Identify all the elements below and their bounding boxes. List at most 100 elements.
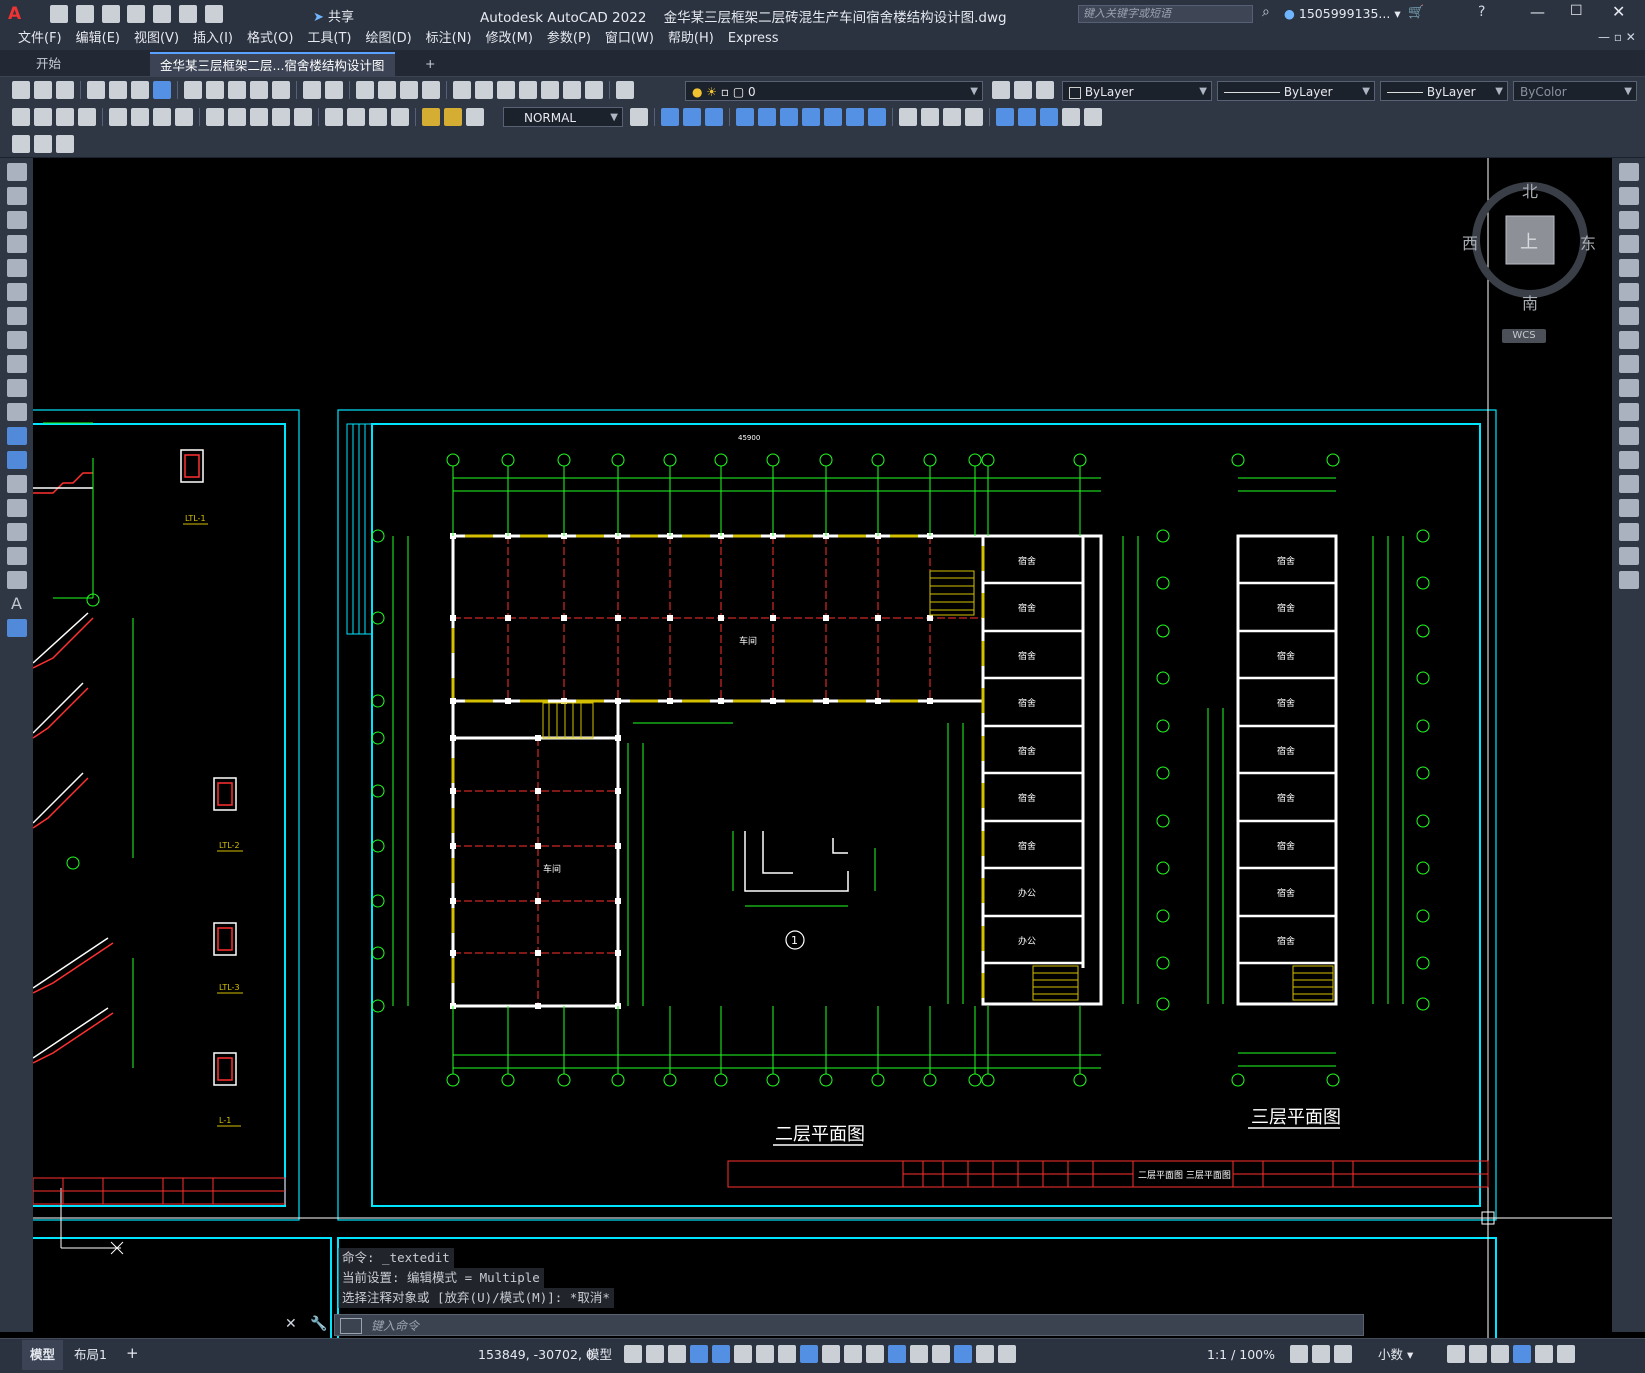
menu-1[interactable]: 编辑(E) bbox=[76, 28, 134, 50]
erase-icon[interactable] bbox=[1618, 163, 1639, 181]
dim-space-icon[interactable] bbox=[272, 108, 290, 126]
ucs-object-icon[interactable] bbox=[824, 108, 842, 126]
dim-text-edit-icon[interactable] bbox=[444, 108, 462, 126]
ordinate-dim-icon[interactable] bbox=[78, 108, 96, 126]
snap-icon[interactable] bbox=[646, 1345, 664, 1363]
minimize-button[interactable]: — bbox=[1530, 3, 1545, 21]
gradient-icon[interactable] bbox=[6, 523, 27, 541]
app-logo-icon[interactable]: A bbox=[8, 4, 21, 24]
match-icon[interactable] bbox=[250, 81, 268, 99]
add-selected-icon[interactable] bbox=[6, 619, 27, 637]
menu-2[interactable]: 视图(V) bbox=[134, 28, 193, 50]
model-space-button[interactable]: 模型 bbox=[587, 1346, 612, 1364]
layer-states-icon[interactable] bbox=[1036, 81, 1054, 99]
doc-window-controls[interactable]: — ▫ ✕ bbox=[1598, 30, 1636, 44]
lineweight-dropdown[interactable]: ByLayer ▼ bbox=[1380, 81, 1508, 101]
point-icon[interactable] bbox=[6, 475, 27, 493]
make-block-icon[interactable] bbox=[6, 451, 27, 469]
layer-dropdown[interactable]: ● ☀ ▫ ▢ 0 ▼ bbox=[685, 81, 983, 101]
tool-palettes-icon[interactable] bbox=[497, 81, 515, 99]
search-icon[interactable]: ⌕ bbox=[1262, 4, 1270, 20]
tab-model[interactable]: 模型 bbox=[22, 1340, 64, 1370]
scale-icon[interactable] bbox=[1618, 331, 1639, 349]
linetype-dropdown[interactable]: ByLayer ▼ bbox=[1217, 81, 1375, 101]
annotation-visibility-icon[interactable] bbox=[976, 1345, 994, 1363]
blend-icon[interactable] bbox=[1618, 547, 1639, 565]
selection-filter-icon[interactable] bbox=[932, 1345, 950, 1363]
menu-3[interactable]: 插入(I) bbox=[193, 28, 247, 50]
trim-icon[interactable] bbox=[1618, 379, 1639, 397]
save-icon[interactable] bbox=[56, 81, 74, 99]
viewport-icon[interactable] bbox=[996, 108, 1014, 126]
center-mark-icon[interactable] bbox=[347, 108, 365, 126]
maximize-button[interactable]: ☐ bbox=[1570, 3, 1583, 19]
cart-icon[interactable]: 🛒 bbox=[1408, 5, 1424, 20]
transparency-icon[interactable] bbox=[844, 1345, 862, 1363]
object-snap-icon[interactable] bbox=[800, 1345, 818, 1363]
mirror-icon[interactable] bbox=[1618, 211, 1639, 229]
revision-cloud-icon[interactable] bbox=[6, 331, 27, 349]
continue-dim-icon[interactable] bbox=[250, 108, 268, 126]
explode-icon[interactable] bbox=[1618, 571, 1639, 589]
plotstyle-dropdown[interactable]: ByColor ▼ bbox=[1513, 81, 1637, 101]
break-icon[interactable] bbox=[1618, 451, 1639, 469]
infer-icon[interactable] bbox=[668, 1345, 686, 1363]
block-icon[interactable] bbox=[272, 81, 290, 99]
view-top-icon[interactable] bbox=[683, 108, 701, 126]
compass-east[interactable]: 东 bbox=[1580, 230, 1596, 254]
rotate-icon[interactable] bbox=[1618, 307, 1639, 325]
view-side-icon[interactable] bbox=[705, 108, 723, 126]
markup-icon[interactable] bbox=[541, 81, 559, 99]
offset-icon[interactable] bbox=[1618, 235, 1639, 253]
layer-manager-icon[interactable] bbox=[616, 81, 634, 99]
ellipse-arc-icon[interactable] bbox=[6, 403, 27, 421]
grid-icon[interactable] bbox=[624, 1345, 642, 1363]
undo-icon[interactable] bbox=[179, 5, 198, 23]
dynamic-ucs-icon[interactable] bbox=[910, 1345, 928, 1363]
lock-ui-icon[interactable] bbox=[1469, 1345, 1487, 1363]
coordinate-readout[interactable]: 153849, -30702, 0 bbox=[478, 1346, 594, 1364]
polyline-icon[interactable] bbox=[6, 211, 27, 229]
cut-icon[interactable] bbox=[184, 81, 202, 99]
menu-9[interactable]: 参数(P) bbox=[547, 28, 605, 50]
gizmo-icon[interactable] bbox=[954, 1345, 972, 1363]
jogged-dim-icon[interactable] bbox=[131, 108, 149, 126]
tolerance-icon[interactable] bbox=[325, 108, 343, 126]
polygon-icon[interactable] bbox=[6, 235, 27, 253]
chamfer-icon[interactable] bbox=[1618, 499, 1639, 517]
rectangle-icon[interactable] bbox=[6, 259, 27, 277]
redo-icon[interactable] bbox=[204, 5, 223, 23]
free-orbit-icon[interactable] bbox=[921, 108, 939, 126]
help-icon[interactable] bbox=[585, 81, 603, 99]
line-icon[interactable] bbox=[6, 163, 27, 181]
save-as-icon[interactable] bbox=[127, 5, 146, 23]
new-icon[interactable] bbox=[50, 5, 68, 23]
save-icon[interactable] bbox=[101, 5, 120, 23]
stretch-icon[interactable] bbox=[1618, 355, 1639, 373]
menu-7[interactable]: 标注(N) bbox=[426, 28, 486, 50]
arc-dim-icon[interactable] bbox=[56, 108, 74, 126]
compass-west[interactable]: 西 bbox=[1462, 230, 1478, 254]
dim-break-icon[interactable] bbox=[294, 108, 312, 126]
copy-icon[interactable] bbox=[206, 81, 224, 99]
spline-icon[interactable] bbox=[6, 355, 27, 373]
undo-icon[interactable] bbox=[303, 81, 321, 99]
ucs-previous-icon[interactable] bbox=[780, 108, 798, 126]
xref-bind-icon[interactable] bbox=[56, 135, 74, 153]
viewport-scale-icon[interactable] bbox=[1040, 108, 1058, 126]
ellipse-icon[interactable] bbox=[6, 379, 27, 397]
add-layout-button[interactable]: + bbox=[126, 1344, 139, 1362]
ortho-icon[interactable] bbox=[712, 1345, 730, 1363]
menu-4[interactable]: 格式(O) bbox=[247, 28, 307, 50]
ucs-icon[interactable] bbox=[736, 108, 754, 126]
region-icon[interactable] bbox=[6, 547, 27, 565]
viewcube-top-face[interactable]: 上 bbox=[1520, 228, 1538, 254]
fillet-icon[interactable] bbox=[1618, 523, 1639, 541]
paste-icon[interactable] bbox=[228, 81, 246, 99]
command-prompt-icon[interactable] bbox=[340, 1318, 362, 1334]
xref-clip-icon[interactable] bbox=[34, 135, 52, 153]
open-icon[interactable] bbox=[34, 81, 52, 99]
angular-dim-icon[interactable] bbox=[175, 108, 193, 126]
menu-8[interactable]: 修改(M) bbox=[486, 28, 547, 50]
ucs-face-icon[interactable] bbox=[802, 108, 820, 126]
